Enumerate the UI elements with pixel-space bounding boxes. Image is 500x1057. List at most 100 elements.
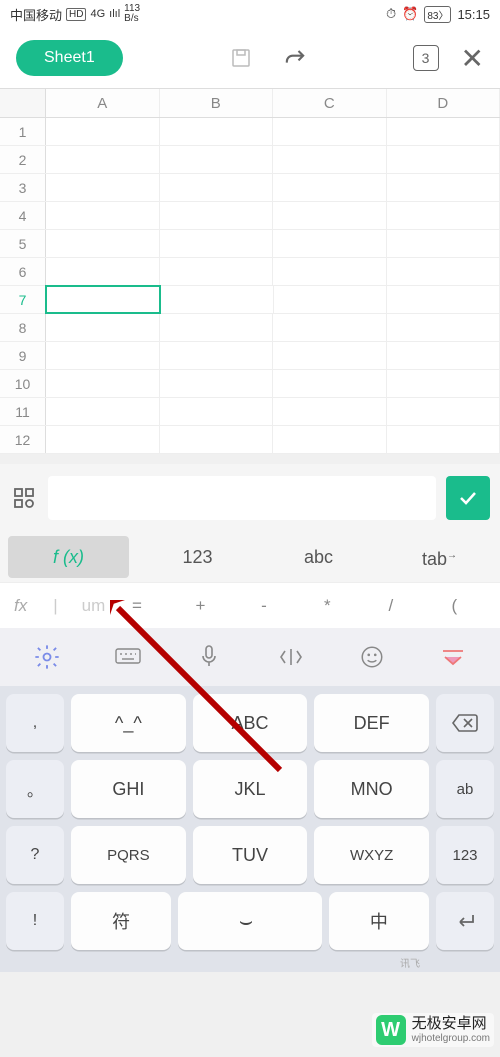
cell[interactable]	[387, 118, 500, 145]
cell[interactable]	[46, 370, 160, 397]
cell[interactable]	[46, 398, 160, 425]
op-paren[interactable]: (	[423, 596, 486, 616]
key-pqrs[interactable]: PQRS	[71, 826, 186, 884]
cell[interactable]	[273, 342, 387, 369]
cell[interactable]	[160, 174, 274, 201]
op-div[interactable]: /	[359, 596, 422, 616]
key-jkl[interactable]: JKL	[193, 760, 308, 818]
cell[interactable]	[273, 426, 387, 453]
key-abc[interactable]: ABC	[193, 694, 308, 752]
cell[interactable]	[273, 230, 387, 257]
enter-icon[interactable]	[436, 892, 494, 950]
cell[interactable]	[387, 426, 500, 453]
cell[interactable]	[387, 146, 500, 173]
cell[interactable]	[273, 398, 387, 425]
close-icon[interactable]: ✕	[461, 42, 484, 75]
row-header[interactable]: 8	[0, 314, 46, 341]
cell[interactable]	[387, 258, 500, 285]
cell[interactable]	[273, 146, 387, 173]
cell[interactable]	[46, 230, 160, 257]
row-header[interactable]: 4	[0, 202, 46, 229]
mode-tab[interactable]: tab→	[379, 531, 500, 584]
key-exclaim[interactable]: !	[6, 892, 64, 950]
cell[interactable]	[387, 202, 500, 229]
op-mult[interactable]: *	[296, 596, 359, 616]
cell[interactable]	[387, 342, 500, 369]
cell[interactable]	[160, 370, 274, 397]
undo-icon[interactable]	[279, 42, 311, 74]
cell[interactable]	[273, 174, 387, 201]
corner-cell[interactable]	[0, 89, 46, 117]
cell[interactable]	[160, 314, 274, 341]
key-question[interactable]: ?	[6, 826, 64, 884]
cell[interactable]	[273, 314, 387, 341]
col-header-d[interactable]: D	[387, 89, 500, 117]
key-face[interactable]: ^_^	[71, 694, 186, 752]
key-def[interactable]: DEF	[314, 694, 429, 752]
page-count-button[interactable]: 3	[413, 45, 439, 71]
row-header[interactable]: 9	[0, 342, 46, 369]
key-space[interactable]: ⌣	[178, 892, 321, 950]
cell[interactable]	[160, 398, 274, 425]
row-header[interactable]: 5	[0, 230, 46, 257]
collapse-icon[interactable]	[435, 639, 471, 675]
cell[interactable]	[273, 118, 387, 145]
cell[interactable]	[46, 426, 160, 453]
cell[interactable]	[387, 398, 500, 425]
cell[interactable]	[46, 342, 160, 369]
keyboard-icon[interactable]	[110, 639, 146, 675]
cell[interactable]	[160, 258, 274, 285]
spreadsheet-grid[interactable]: A B C D 123456789101112	[0, 88, 500, 454]
formula-input[interactable]	[48, 476, 436, 520]
mode-abc[interactable]: abc	[258, 532, 379, 582]
sheet-tab-button[interactable]: Sheet1	[16, 40, 123, 76]
row-header[interactable]: 2	[0, 146, 46, 173]
gear-icon[interactable]	[29, 639, 65, 675]
cell[interactable]	[46, 174, 160, 201]
cell[interactable]	[160, 146, 274, 173]
cell[interactable]	[46, 118, 160, 145]
cell[interactable]	[46, 202, 160, 229]
key-tuv[interactable]: TUV	[193, 826, 308, 884]
key-symbol[interactable]: 符	[71, 892, 171, 950]
cell[interactable]	[387, 286, 500, 313]
cell[interactable]	[387, 314, 500, 341]
cell[interactable]	[387, 174, 500, 201]
cell[interactable]	[45, 285, 161, 314]
save-icon[interactable]	[225, 42, 257, 74]
row-header[interactable]: 10	[0, 370, 46, 397]
cell[interactable]	[46, 258, 160, 285]
row-header[interactable]: 1	[0, 118, 46, 145]
key-123[interactable]: 123	[436, 826, 494, 884]
mic-icon[interactable]	[191, 639, 227, 675]
mode-123[interactable]: 123	[137, 532, 258, 582]
cursor-icon[interactable]	[273, 639, 309, 675]
row-header[interactable]: 12	[0, 426, 46, 453]
cell[interactable]	[273, 202, 387, 229]
cell[interactable]	[160, 230, 274, 257]
cell[interactable]	[387, 370, 500, 397]
col-header-c[interactable]: C	[273, 89, 387, 117]
op-minus[interactable]: -	[232, 596, 295, 616]
cell[interactable]	[273, 258, 387, 285]
emoji-icon[interactable]	[354, 639, 390, 675]
row-header[interactable]: 3	[0, 174, 46, 201]
key-comma[interactable]: ,	[6, 694, 64, 752]
cell[interactable]	[46, 314, 160, 341]
col-header-a[interactable]: A	[46, 89, 160, 117]
mode-fx[interactable]: f (x)	[8, 536, 129, 578]
cell[interactable]	[273, 370, 387, 397]
cell[interactable]	[161, 286, 274, 313]
op-equals[interactable]: =	[105, 596, 168, 616]
row-header[interactable]: 7	[0, 286, 46, 313]
cell[interactable]	[387, 230, 500, 257]
key-period[interactable]: 。	[6, 760, 64, 818]
cell[interactable]	[160, 118, 274, 145]
backspace-icon[interactable]	[436, 694, 494, 752]
cell[interactable]	[160, 426, 274, 453]
cell[interactable]	[160, 342, 274, 369]
key-wxyz[interactable]: WXYZ	[314, 826, 429, 884]
key-lang[interactable]: 中	[329, 892, 429, 950]
layout-icon[interactable]	[10, 484, 38, 512]
key-ab[interactable]: ab	[436, 760, 494, 818]
